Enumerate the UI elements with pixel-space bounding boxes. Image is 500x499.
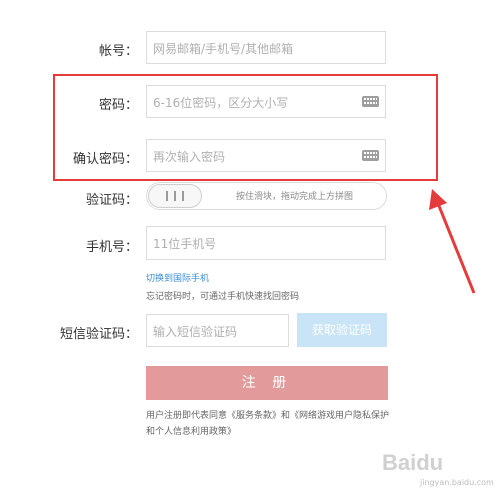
account-input[interactable]: 网易邮箱/手机号/其他邮箱 — [146, 31, 386, 64]
slider-handle[interactable] — [148, 184, 202, 208]
baidu-watermark-logo: Baidu — [382, 450, 444, 475]
registration-page: 帐号： 网易邮箱/手机号/其他邮箱 密码： 6-16位密码，区分大小写 确认密码… — [0, 0, 500, 499]
phone-input[interactable]: 11位手机号 — [146, 226, 386, 260]
slider-hint: 按住滑块，拖动完成上方拼图 — [236, 192, 354, 202]
highlight-box — [53, 74, 438, 181]
get-code-button[interactable]: 获取验证码 — [297, 313, 387, 347]
arrow-shaft — [435, 200, 476, 294]
phone-hint: 忘记密码时，可通过手机快速找回密码 — [146, 292, 300, 302]
phone-placeholder: 11位手机号 — [153, 237, 217, 251]
sms-placeholder: 输入短信验证码 — [153, 325, 238, 339]
agreement-text: 用户注册即代表同意《服务条款》和《网络游戏用户隐私保护和个人信息利用政策》 — [146, 411, 390, 437]
captcha-slider[interactable]: 按住滑块，拖动完成上方拼图 — [146, 182, 387, 210]
register-button[interactable]: 注 册 — [146, 366, 388, 400]
account-label: 帐号： — [98, 44, 138, 59]
baidu-watermark-url: jingyan.baidu.com — [420, 478, 494, 487]
arrow-head — [429, 189, 447, 210]
sms-code-input[interactable]: 输入短信验证码 — [146, 314, 289, 347]
account-placeholder: 网易邮箱/手机号/其他邮箱 — [153, 42, 294, 56]
switch-intl-phone-link[interactable]: 切换到国际手机 — [146, 271, 209, 284]
captcha-label: 验证码： — [85, 193, 138, 208]
phone-label: 手机号： — [85, 240, 138, 255]
sms-label: 短信验证码： — [59, 327, 138, 342]
